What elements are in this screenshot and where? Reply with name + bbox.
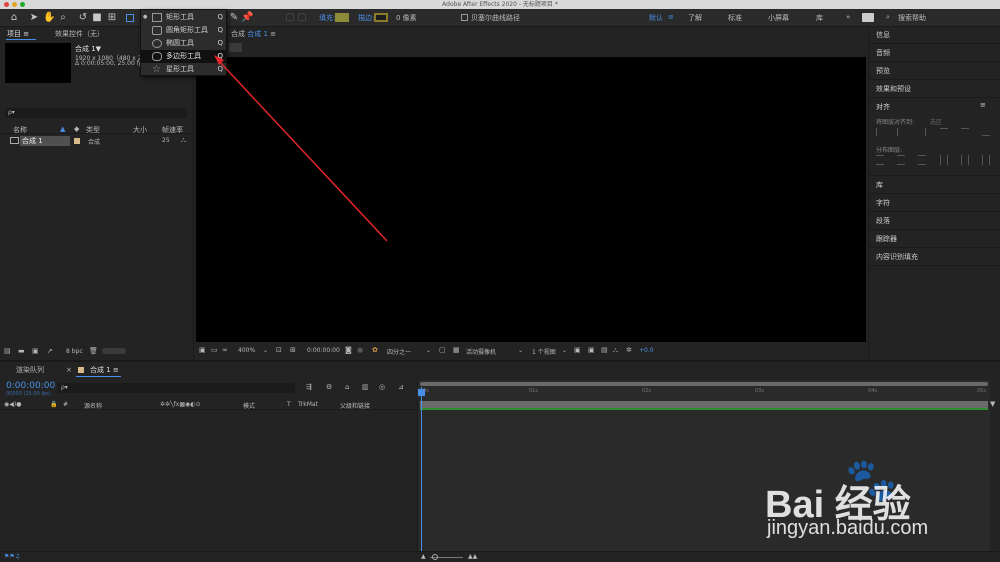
watermark-url: jingyan.baidu.com xyxy=(767,517,929,539)
baidu-watermark: 🐾 Bai 经验 jingyan.baidu.com xyxy=(765,455,985,545)
